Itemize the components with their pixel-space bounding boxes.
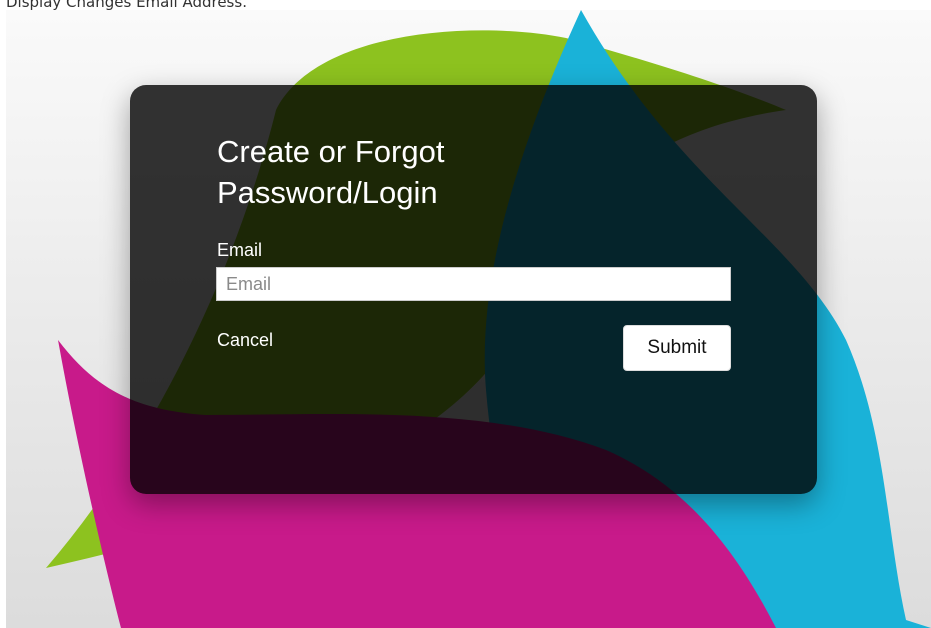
password-dialog: Create or Forgot Password/Login Email Ca… <box>130 85 817 494</box>
submit-button[interactable]: Submit <box>623 325 731 371</box>
dialog-title: Create or Forgot Password/Login <box>217 134 445 210</box>
email-label: Email <box>217 240 263 260</box>
cancel-link[interactable]: Cancel <box>217 329 273 351</box>
email-input[interactable] <box>216 267 731 301</box>
page: Display Changes Email Address. Create or… <box>0 0 931 628</box>
